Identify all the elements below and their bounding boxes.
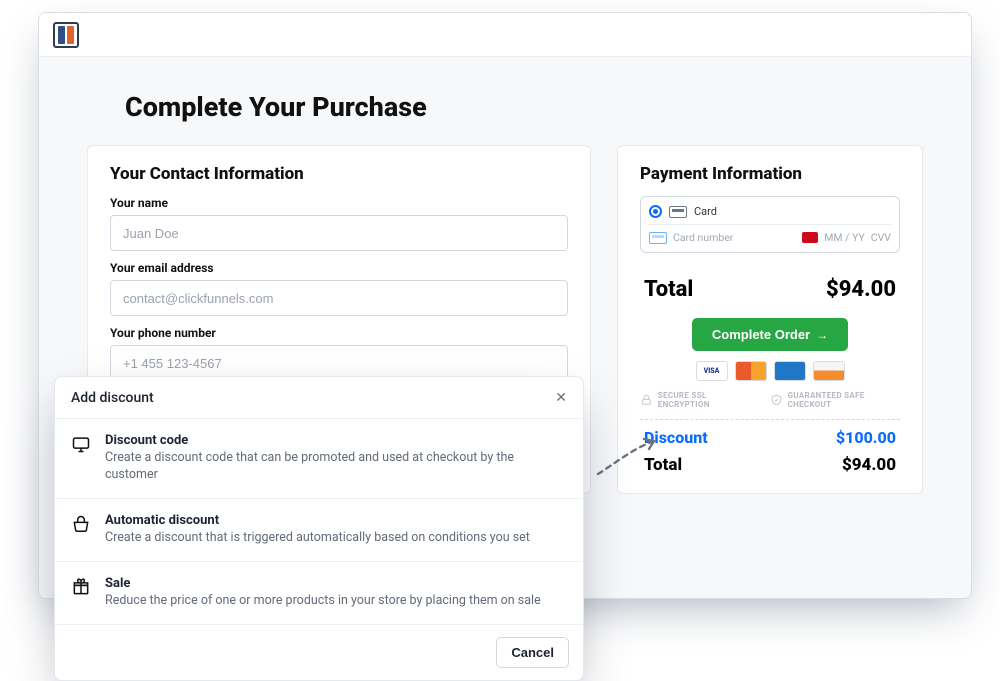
trust-secure-text: Secure SSL Encryption: [658, 391, 752, 409]
option-discount-code[interactable]: Discount code Create a discount code tha…: [55, 418, 583, 498]
option-title: Discount code: [105, 433, 567, 448]
summary-total-value: $94.00: [842, 455, 896, 475]
card-cvv-placeholder[interactable]: CVV: [871, 231, 891, 244]
cancel-button[interactable]: Cancel: [496, 637, 569, 668]
complete-order-label: Complete Order: [712, 327, 810, 342]
option-title: Automatic discount: [105, 513, 530, 528]
mastercard-mini-icon: [802, 232, 818, 243]
modal-title: Add discount: [71, 390, 154, 406]
topbar: [39, 13, 971, 57]
card-outline-icon: [649, 232, 667, 244]
name-label: Your name: [110, 196, 568, 210]
phone-label: Your phone number: [110, 326, 568, 340]
option-desc: Create a discount that is triggered auto…: [105, 530, 530, 547]
summary-discount-label: Discount: [644, 428, 708, 447]
payment-total-label: Total: [644, 277, 693, 302]
option-desc: Reduce the price of one or more products…: [105, 593, 541, 610]
payment-card: Payment Information Card Card number MM …: [617, 145, 923, 494]
summary-total-row: Total $94.00: [640, 447, 900, 475]
summary-discount-value: $100.00: [836, 428, 896, 447]
option-automatic-discount[interactable]: Automatic discount Create a discount tha…: [55, 498, 583, 561]
option-title: Sale: [105, 576, 541, 591]
payment-total-row: Total $94.00: [640, 261, 900, 318]
summary-discount-row: Discount $100.00: [640, 420, 900, 447]
card-radio-icon[interactable]: [649, 205, 662, 218]
summary-total-label: Total: [644, 455, 682, 475]
clickfunnels-logo-icon: [53, 22, 79, 48]
payment-total-value: $94.00: [826, 277, 896, 302]
shield-check-icon: [770, 393, 783, 407]
amex-icon: [774, 361, 806, 381]
payment-heading: Payment Information: [640, 164, 900, 184]
email-input[interactable]: [110, 280, 568, 316]
card-expiry-placeholder[interactable]: MM / YY: [824, 231, 865, 244]
arrow-right-icon: →: [816, 328, 828, 342]
basket-icon: [71, 514, 91, 534]
gift-icon: [71, 577, 91, 597]
option-sale[interactable]: Sale Reduce the price of one or more pro…: [55, 561, 583, 624]
contact-heading: Your Contact Information: [110, 164, 568, 184]
name-input[interactable]: [110, 215, 568, 251]
email-label: Your email address: [110, 261, 568, 275]
card-method-box[interactable]: Card Card number MM / YY CVV: [640, 196, 900, 253]
lock-icon: [640, 393, 653, 407]
option-desc: Create a discount code that can be promo…: [105, 450, 567, 484]
close-icon[interactable]: ✕: [555, 390, 567, 406]
card-icon: [669, 206, 687, 218]
mastercard-icon: [735, 361, 767, 381]
complete-order-button[interactable]: Complete Order →: [692, 318, 848, 351]
card-brand-logos: VISA: [640, 361, 900, 381]
visa-icon: VISA: [696, 361, 728, 381]
trust-row: Secure SSL Encryption Guaranteed Safe Ch…: [640, 391, 900, 420]
monitor-icon: [71, 434, 91, 454]
trust-guarantee-text: Guaranteed Safe Checkout: [788, 391, 900, 409]
add-discount-modal: Add discount ✕ Discount code Create a di…: [54, 376, 584, 681]
discover-icon: [813, 361, 845, 381]
card-number-placeholder[interactable]: Card number: [673, 231, 733, 244]
card-method-label: Card: [694, 205, 717, 218]
page-title: Complete Your Purchase: [125, 91, 923, 123]
